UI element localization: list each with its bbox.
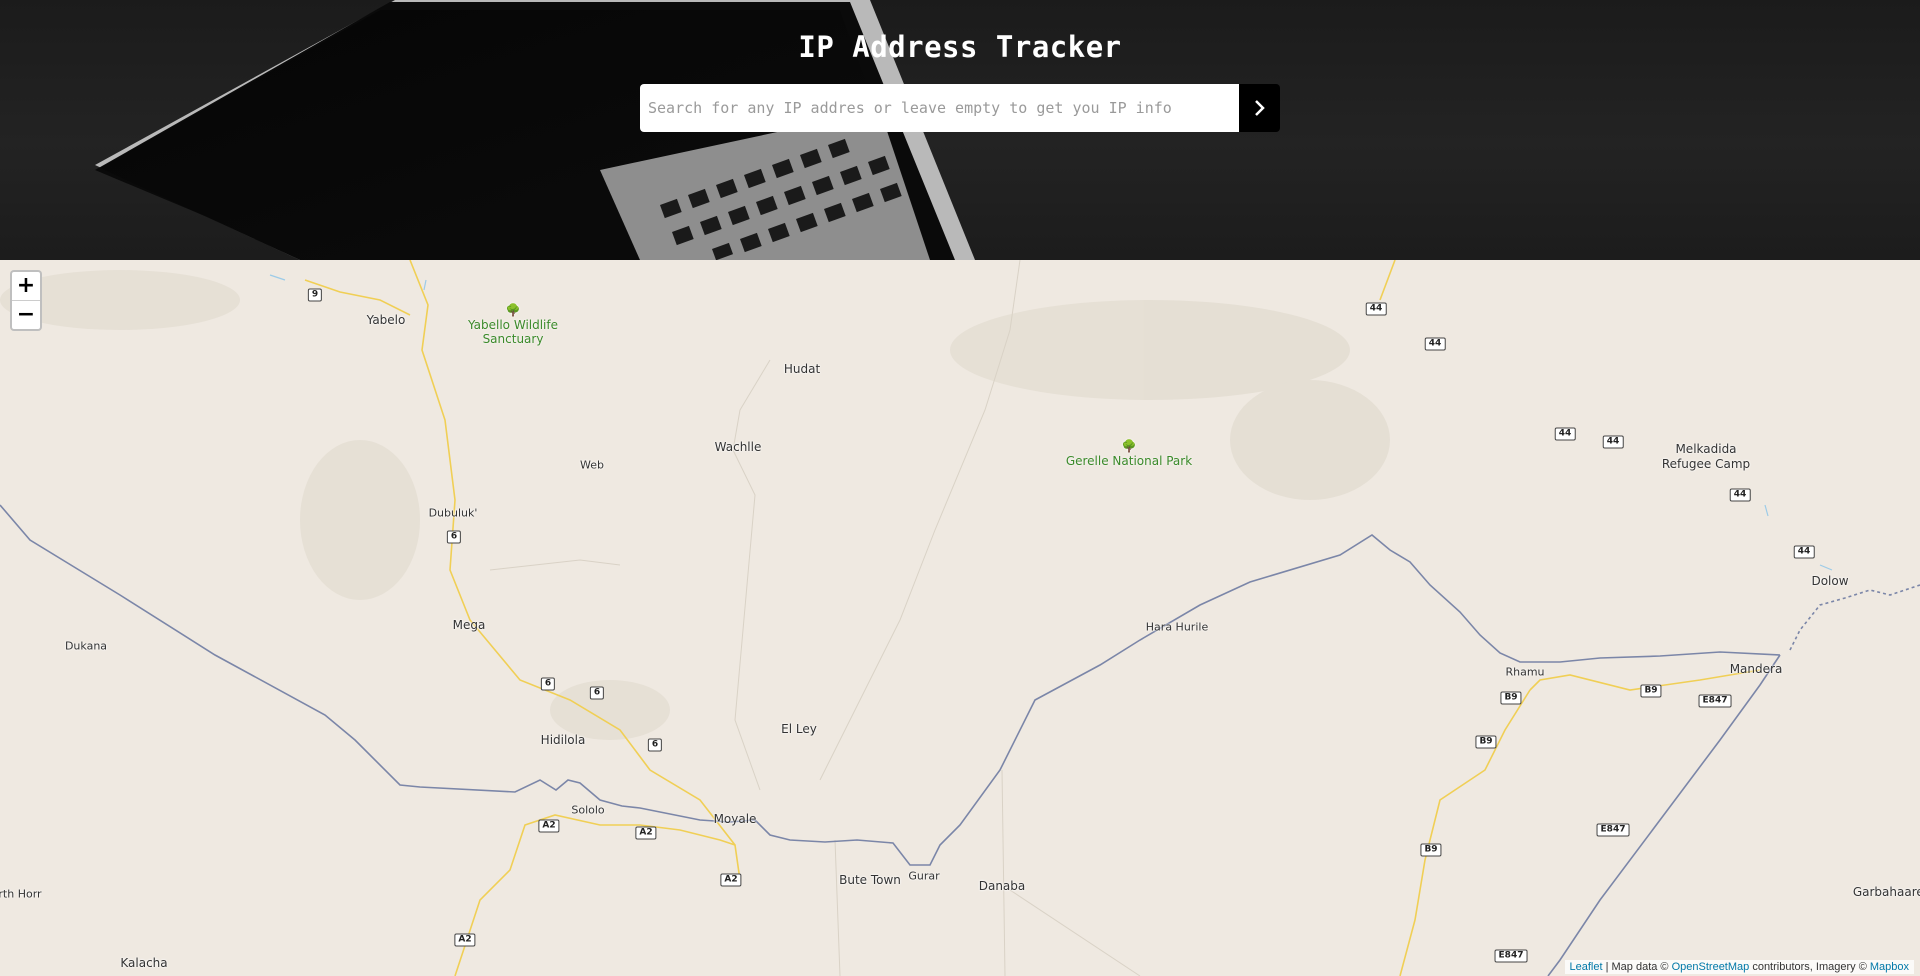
place-label: Kalacha <box>120 956 168 970</box>
road-shield: 6 <box>446 530 462 544</box>
place-label: Moyale <box>713 812 757 826</box>
place-label: Mega <box>452 618 486 632</box>
hero-header: IP Address Tracker <box>0 0 1920 260</box>
map-attribution: Leaflet | Map data © OpenStreetMap contr… <box>1564 960 1914 974</box>
park-name-line2: Sanctuary <box>482 332 544 346</box>
place-label: Bute Town <box>839 873 901 887</box>
road-shield: A2 <box>454 933 476 947</box>
place-label: Refugee Camp <box>1661 457 1751 471</box>
place-label: rth Horr <box>0 887 42 901</box>
page-title: IP Address Tracker <box>798 30 1122 64</box>
place-label: Garbahaaree <box>1852 885 1920 899</box>
place-label: Rhamu <box>1505 665 1545 679</box>
map-container[interactable]: + − 🌳 Yabello Wildlife Sanctuary 🌳 Gerel… <box>0 260 1920 976</box>
place-label: Hidilola <box>540 733 586 747</box>
road-shield: 9 <box>307 288 323 302</box>
road-shield: 44 <box>1424 337 1446 351</box>
place-label: Wachlle <box>714 440 762 454</box>
place-label: Gurar <box>908 869 940 883</box>
search-submit-button[interactable] <box>1239 84 1280 132</box>
attribution-text: | Map data © <box>1602 961 1672 973</box>
place-label: Dolow <box>1811 574 1849 588</box>
road-shield: E847 <box>1596 823 1630 837</box>
road-shield: A2 <box>720 873 742 887</box>
place-label: Web <box>580 458 604 472</box>
leaflet-link[interactable]: Leaflet <box>1570 961 1603 973</box>
chevron-right-icon <box>1254 100 1265 116</box>
park-name: Gerelle National Park <box>1065 454 1193 468</box>
place-label: Yabelo <box>366 313 406 327</box>
park-label-yabello: 🌳 Yabello Wildlife Sanctuary <box>468 304 558 346</box>
park-label-gerelle: 🌳 Gerelle National Park <box>1066 440 1192 468</box>
road-shield: B9 <box>1500 691 1522 705</box>
road-shield: E847 <box>1698 694 1732 708</box>
place-label: Melkadida <box>1675 442 1737 456</box>
zoom-out-button[interactable]: − <box>12 301 40 329</box>
zoom-in-button[interactable]: + <box>12 272 40 301</box>
zoom-control: + − <box>10 270 42 331</box>
place-label: Sololo <box>571 803 605 817</box>
road-shield: 6 <box>647 738 663 752</box>
road-shield: 44 <box>1729 488 1751 502</box>
ip-search-input[interactable] <box>640 84 1239 132</box>
road-shield: 6 <box>589 686 605 700</box>
road-shield: 6 <box>540 677 556 691</box>
road-shield: B9 <box>1475 735 1497 749</box>
place-label: Danaba <box>978 879 1026 893</box>
road-shield: A2 <box>635 826 657 840</box>
place-label: Mandera <box>1729 662 1783 676</box>
road-shield: 44 <box>1365 302 1387 316</box>
park-tree-icon: 🌳 <box>1121 439 1137 453</box>
park-name-line1: Yabello Wildlife <box>467 318 559 332</box>
road-shield: E847 <box>1494 949 1528 963</box>
park-tree-icon: 🌳 <box>505 303 521 317</box>
attribution-text: contributors, Imagery © <box>1749 961 1870 973</box>
place-label: Dukana <box>64 639 108 653</box>
ip-search-form <box>640 84 1280 132</box>
road-shield: A2 <box>538 819 560 833</box>
road-shield: 44 <box>1793 545 1815 559</box>
mapbox-link[interactable]: Mapbox <box>1870 961 1909 973</box>
road-shield: 44 <box>1602 435 1624 449</box>
openstreetmap-link[interactable]: OpenStreetMap <box>1672 961 1750 973</box>
map-tiles <box>0 260 1920 976</box>
place-label: Hudat <box>783 362 821 376</box>
place-label: Dubuluk' <box>428 506 478 520</box>
road-shield: B9 <box>1640 684 1662 698</box>
road-shield: 44 <box>1554 427 1576 441</box>
place-label: El Ley <box>781 722 817 736</box>
road-shield: B9 <box>1420 843 1442 857</box>
place-label: Hara Hurile <box>1145 620 1209 634</box>
